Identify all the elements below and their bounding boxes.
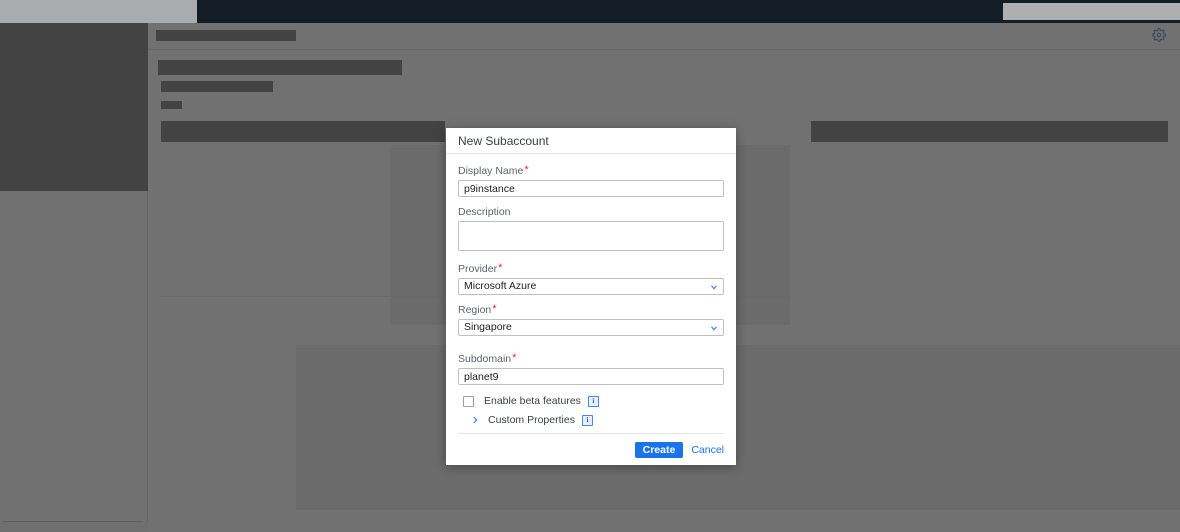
region-label-text: Region (458, 304, 492, 316)
provider-select[interactable]: Microsoft Azure (458, 278, 724, 295)
chevron-down-icon (709, 282, 719, 292)
display-name-required-marker: * (524, 164, 529, 176)
subdomain-label-text: Subdomain (458, 353, 512, 365)
region-label: Region* (458, 303, 724, 317)
field-description: Description (458, 206, 724, 254)
field-subdomain: Subdomain* (458, 353, 724, 385)
display-name-input[interactable] (458, 180, 724, 197)
info-icon[interactable]: i (581, 414, 593, 426)
region-selected-value: Singapore (464, 321, 512, 333)
dialog-body: Display Name* Description Provider* Micr… (446, 154, 736, 434)
dialog-title: New Subaccount (446, 128, 736, 154)
description-label: Description (458, 206, 511, 218)
enable-beta-features-label: Enable beta features (484, 395, 581, 407)
subdomain-label: Subdomain* (458, 352, 724, 366)
provider-label: Provider* (458, 262, 724, 276)
chevron-down-icon (709, 323, 719, 333)
provider-label-text: Provider (458, 263, 498, 275)
field-provider: Provider* Microsoft Azure (458, 263, 724, 295)
region-required-marker: * (492, 303, 497, 315)
field-region: Region* Singapore (458, 304, 724, 336)
display-name-label-text: Display Name (458, 165, 524, 177)
region-select[interactable]: Singapore (458, 319, 724, 336)
cancel-button[interactable]: Cancel (691, 444, 724, 456)
info-icon[interactable]: i (587, 395, 599, 407)
enable-beta-features-row[interactable]: Enable beta features i (458, 393, 724, 409)
subdomain-input[interactable] (458, 368, 724, 385)
field-display-name: Display Name* (458, 165, 724, 197)
display-name-label: Display Name* (458, 164, 724, 178)
enable-beta-features-checkbox[interactable] (463, 395, 474, 407)
dialog-footer: Create Cancel (446, 434, 736, 465)
description-input[interactable] (458, 221, 724, 251)
custom-properties-label: Custom Properties (488, 414, 575, 426)
modal-overlay: New Subaccount Display Name* Description… (0, 0, 1180, 532)
new-subaccount-dialog: New Subaccount Display Name* Description… (446, 128, 736, 465)
subdomain-required-marker: * (512, 352, 517, 364)
provider-required-marker: * (498, 262, 503, 274)
chevron-right-icon[interactable] (470, 415, 480, 425)
provider-selected-value: Microsoft Azure (464, 280, 537, 292)
custom-properties-row[interactable]: Custom Properties i (458, 412, 724, 434)
create-button[interactable]: Create (634, 441, 684, 458)
